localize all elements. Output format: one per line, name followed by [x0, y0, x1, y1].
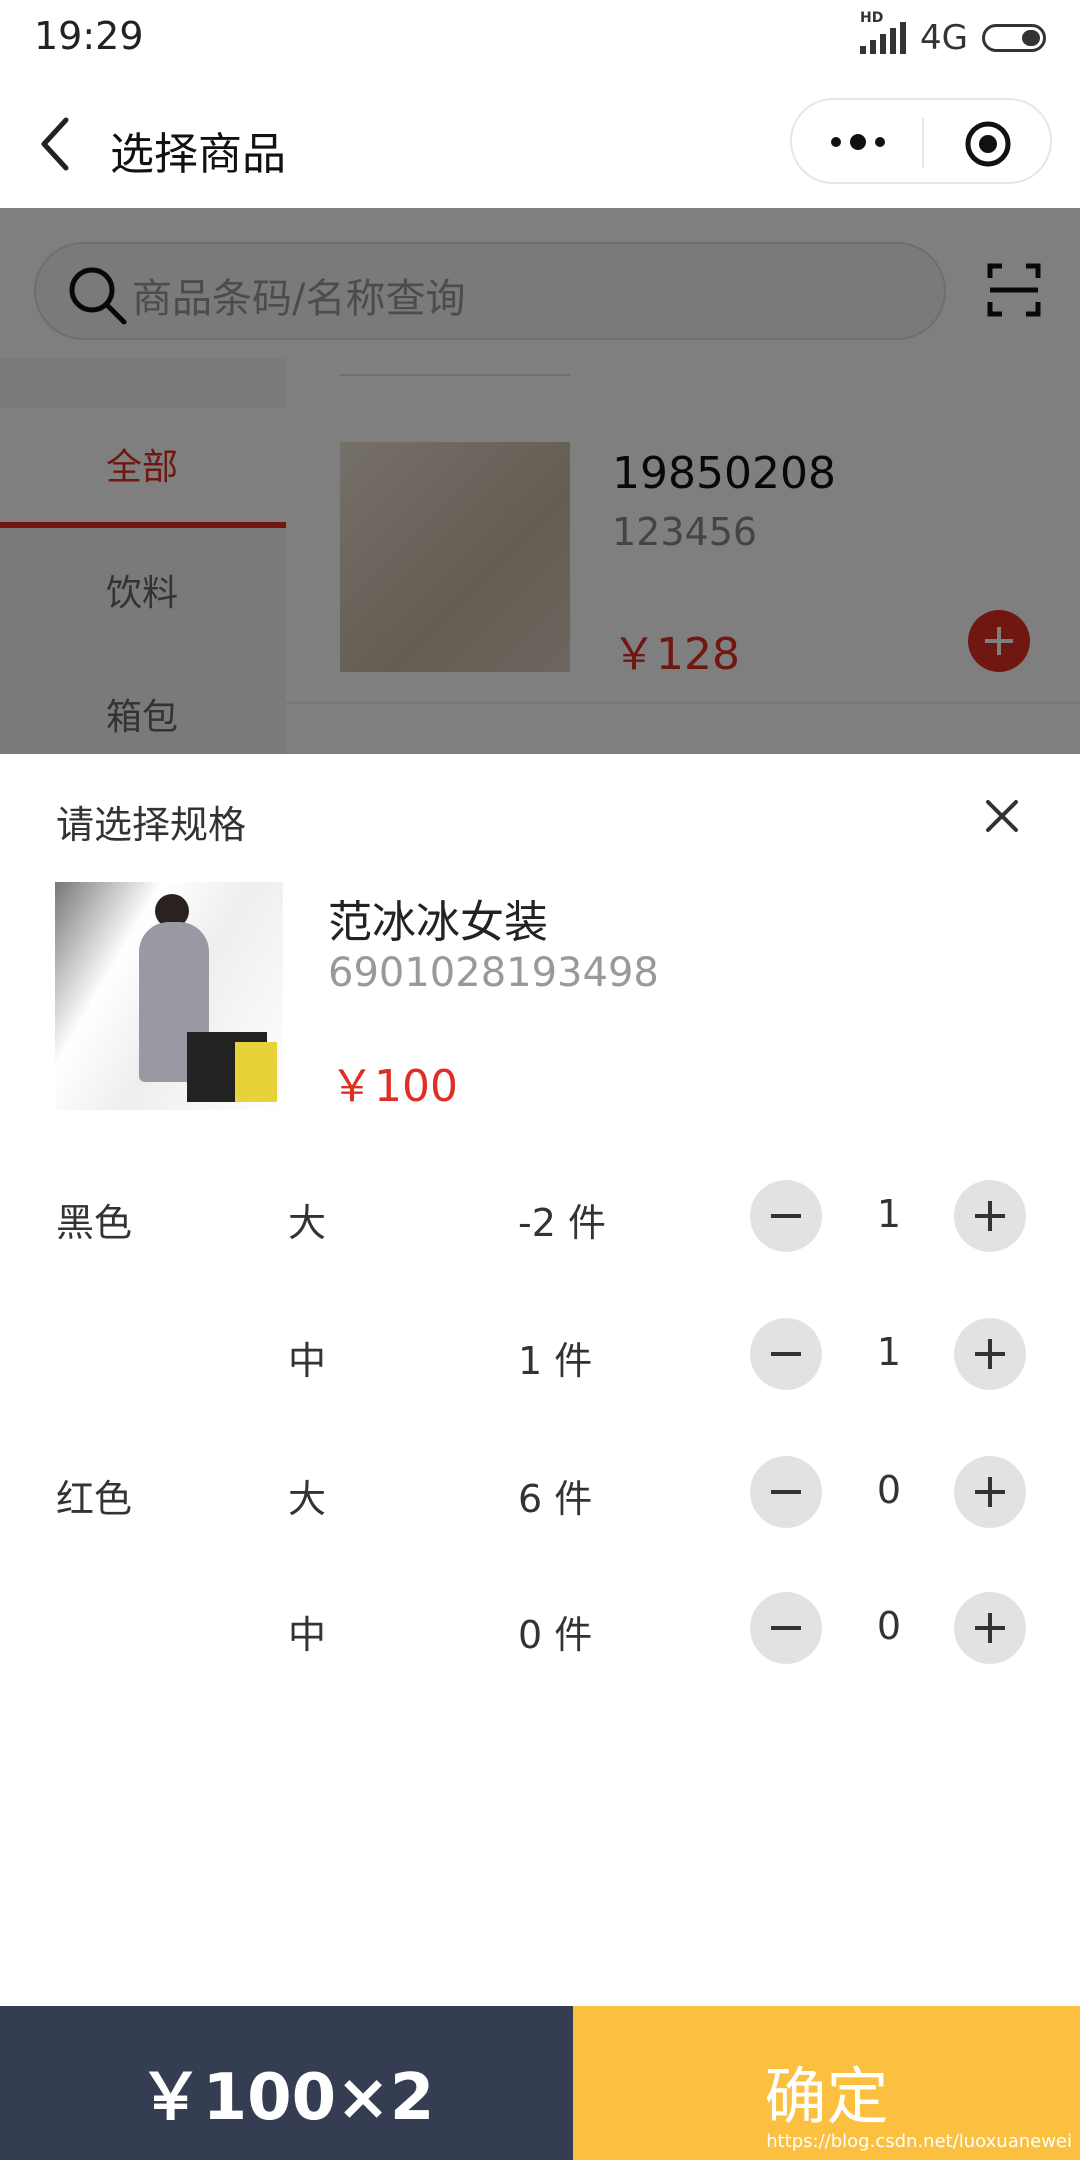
variant-color: 红色	[56, 1477, 133, 1521]
spec-sheet: 请选择规格 范冰冰女装 6901028193498 ￥100 黑色 大 -2 件…	[0, 754, 1080, 2160]
selected-product-image	[55, 882, 283, 1110]
quantity-value: 1	[876, 1192, 902, 1236]
status-time: 19:29	[34, 14, 144, 58]
confirm-label: 确定	[764, 2060, 889, 2133]
battery-icon	[982, 24, 1046, 52]
decrease-button[interactable]	[750, 1180, 822, 1252]
variant-stock: 1 件	[518, 1339, 593, 1383]
variant-size: 中	[288, 1339, 327, 1383]
status-bar: 19:29 HD 4G	[0, 0, 1080, 78]
quantity-value: 0	[876, 1468, 902, 1512]
mini-program-capsule	[790, 98, 1052, 184]
status-icons: HD 4G	[860, 10, 1046, 58]
variant-row: 中 1 件 1	[0, 1314, 1080, 1394]
selected-product-name: 范冰冰女装	[328, 897, 548, 948]
close-miniprogram-icon[interactable]	[964, 120, 1012, 168]
variant-color: 黑色	[56, 1201, 133, 1245]
variant-stock: 0 件	[518, 1613, 593, 1657]
quantity-value: 0	[876, 1604, 902, 1648]
hd-badge: HD	[860, 10, 884, 26]
network-type: 4G	[920, 18, 968, 58]
selected-product-code: 6901028193498	[328, 950, 659, 996]
variant-row: 红色 大 6 件 0	[0, 1452, 1080, 1532]
variant-size: 大	[288, 1477, 327, 1521]
cart-total: ￥100×2	[138, 2061, 435, 2135]
cart-total-bar: ￥100×2	[0, 2006, 573, 2160]
decrease-button[interactable]	[750, 1318, 822, 1390]
signal-icon: HD	[860, 10, 907, 54]
nav-bar: 选择商品	[0, 78, 1080, 208]
selected-product-price: ￥100	[330, 1061, 458, 1112]
increase-button[interactable]	[954, 1592, 1026, 1664]
increase-button[interactable]	[954, 1318, 1026, 1390]
variant-size: 中	[288, 1613, 327, 1657]
watermark: https://blog.csdn.net/luoxuanewei	[766, 2131, 1072, 2152]
modal-overlay[interactable]	[0, 208, 1080, 754]
back-arrow-icon[interactable]	[36, 114, 76, 174]
sheet-title: 请选择规格	[56, 803, 247, 847]
increase-button[interactable]	[954, 1180, 1026, 1252]
variant-row: 黑色 大 -2 件 1	[0, 1176, 1080, 1256]
page-title: 选择商品	[110, 129, 286, 180]
increase-button[interactable]	[954, 1456, 1026, 1528]
decrease-button[interactable]	[750, 1456, 822, 1528]
variant-row: 中 0 件 0	[0, 1588, 1080, 1668]
quantity-value: 1	[876, 1330, 902, 1374]
capsule-divider	[922, 118, 924, 168]
variant-stock: -2 件	[518, 1201, 606, 1245]
close-icon[interactable]	[982, 796, 1022, 836]
variant-stock: 6 件	[518, 1477, 593, 1521]
more-icon[interactable]	[828, 130, 888, 154]
decrease-button[interactable]	[750, 1592, 822, 1664]
variant-size: 大	[288, 1201, 327, 1245]
